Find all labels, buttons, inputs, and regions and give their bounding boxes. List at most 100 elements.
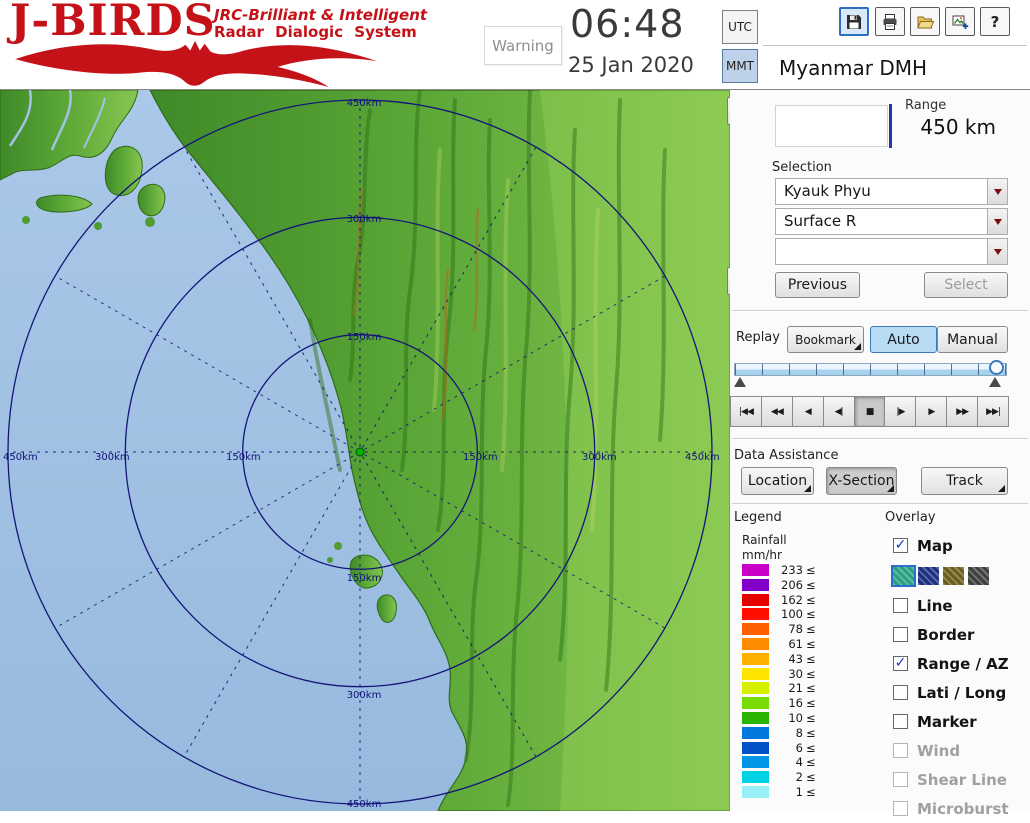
overlay-item-marker[interactable]: Marker <box>893 707 1028 736</box>
playback-button-3[interactable]: ◀| <box>823 396 855 427</box>
legend-lte-sign: ≤ <box>806 711 816 725</box>
overlay-item-border[interactable]: Border <box>893 620 1028 649</box>
map-style-swatch-3[interactable] <box>968 567 989 585</box>
legend-lte-sign: ≤ <box>806 563 816 577</box>
legend-value: 4 <box>775 755 803 769</box>
overlay-item-label: Border <box>917 626 974 644</box>
location-button[interactable]: Location <box>741 467 814 495</box>
legend-lte-sign: ≤ <box>806 755 816 769</box>
ring-label-right-2: 450km <box>685 452 720 463</box>
open-folder-icon <box>916 13 934 31</box>
select-button[interactable]: Select <box>924 272 1008 298</box>
track-button[interactable]: Track <box>921 467 1008 495</box>
overlay-item-lati-long[interactable]: Lati / Long <box>893 678 1028 707</box>
legend-lte-sign: ≤ <box>806 622 816 636</box>
checkbox[interactable] <box>893 685 908 700</box>
checkbox[interactable] <box>893 598 908 613</box>
playback-button-5[interactable]: |▶ <box>884 396 916 427</box>
playback-button-1[interactable]: ◀◀ <box>761 396 793 427</box>
warning-button[interactable]: Warning <box>484 26 562 65</box>
auto-button[interactable]: Auto <box>870 326 937 353</box>
checkbox[interactable] <box>893 801 908 816</box>
legend-lte-sign: ≤ <box>806 667 816 681</box>
ring-label-top-1: 300km <box>347 214 382 225</box>
legend-lte-sign: ≤ <box>806 593 816 607</box>
previous-button[interactable]: Previous <box>775 272 860 298</box>
replay-label: Replay <box>736 330 780 345</box>
overlay-item-microburst[interactable]: Microburst <box>893 794 1028 823</box>
legend-row: 43≤ <box>742 653 816 665</box>
legend-lte-sign: ≤ <box>806 578 816 592</box>
separator <box>732 438 1028 440</box>
map-style-swatch-0[interactable] <box>893 567 914 585</box>
ring-label-left-1: 300km <box>95 452 130 463</box>
playback-button-7[interactable]: ▶▶ <box>946 396 978 427</box>
legend-color-swatch <box>742 638 769 650</box>
overlay-item-map[interactable]: ✓Map <box>893 531 1028 560</box>
legend-value: 16 <box>775 696 803 710</box>
site-dropdown[interactable]: Kyauk Phyu <box>775 178 1008 205</box>
playback-button-8[interactable]: ▶▶| <box>977 396 1009 427</box>
save-button[interactable] <box>839 7 869 36</box>
playback-button-2[interactable]: ◀ <box>792 396 824 427</box>
ring-label-bottom-1: 300km <box>347 690 382 701</box>
checkbox[interactable]: ✓ <box>893 538 908 553</box>
overlay-item-line[interactable]: Line <box>893 591 1028 620</box>
legend-color-swatch <box>742 653 769 665</box>
logo-subtitle: JRC-Brilliant & Intelligent Radar Dialog… <box>214 7 427 42</box>
overlay-item-range-az[interactable]: ✓ Range / AZ <box>893 649 1028 678</box>
playback-button-0[interactable]: |◀◀ <box>730 396 762 427</box>
map-style-swatch-1[interactable] <box>918 567 939 585</box>
open-folder-button[interactable] <box>910 7 940 36</box>
checkbox[interactable] <box>893 627 908 642</box>
legend-value: 61 <box>775 637 803 651</box>
legend-row: 16≤ <box>742 697 816 709</box>
print-button[interactable] <box>875 7 905 36</box>
help-button[interactable]: ? <box>980 7 1010 36</box>
legend-color-swatch <box>742 608 769 620</box>
checkbox[interactable]: ✓ <box>893 656 908 671</box>
ring-label-top-0: 450km <box>347 98 382 109</box>
data-assistance-label: Data Assistance <box>734 448 838 463</box>
checkbox[interactable] <box>893 772 908 787</box>
legend-lte-sign: ≤ <box>806 741 816 755</box>
extra-dropdown-button[interactable] <box>987 239 1007 264</box>
legend-value: 78 <box>775 622 803 636</box>
legend-color-swatch <box>742 564 769 576</box>
overlay-item-shear-line[interactable]: Shear Line <box>893 765 1028 794</box>
ring-label-top-2: 150km <box>347 332 382 343</box>
checkbox[interactable] <box>893 743 908 758</box>
timeline-start-marker[interactable] <box>734 377 746 387</box>
legend-value: 2 <box>775 770 803 784</box>
checkbox[interactable] <box>893 714 908 729</box>
timeline-thumb[interactable] <box>989 360 1004 375</box>
mmt-button[interactable]: MMT <box>722 49 758 83</box>
playback-button-6[interactable]: ▶ <box>915 396 947 427</box>
logo-subtitle-line1: JRC-Brilliant & Intelligent <box>214 7 427 24</box>
product-dropdown[interactable]: Surface R <box>775 208 1008 235</box>
side-panel: Range 450 km Selection Kyauk Phyu Surfac… <box>730 90 1030 811</box>
map-viewport[interactable]: 450km300km150km150km300km450km450km300km… <box>0 90 730 811</box>
check-icon: ✓ <box>895 656 907 670</box>
playback-button-4[interactable]: ■ <box>854 396 886 427</box>
timeline-end-marker[interactable] <box>989 377 1001 387</box>
replay-timeline[interactable] <box>734 363 1007 376</box>
map-style-swatch-2[interactable] <box>943 567 964 585</box>
x-section-button[interactable]: X-Section <box>826 467 897 495</box>
extra-dropdown[interactable] <box>775 238 1008 265</box>
export-image-button[interactable] <box>945 7 975 36</box>
map-style-swatches <box>893 560 1028 591</box>
product-dropdown-button[interactable] <box>987 209 1007 234</box>
legend-lte-sign: ≤ <box>806 607 816 621</box>
utc-button[interactable]: UTC <box>722 10 758 44</box>
site-dropdown-button[interactable] <box>987 179 1007 204</box>
legend-lte-sign: ≤ <box>806 637 816 651</box>
legend-color-swatch <box>742 771 769 783</box>
bookmark-button[interactable]: Bookmark <box>787 326 864 353</box>
overlay-item-wind[interactable]: Wind <box>893 736 1028 765</box>
manual-button[interactable]: Manual <box>937 326 1008 353</box>
legend-row: 1≤ <box>742 786 816 798</box>
legend-lte-sign: ≤ <box>806 726 816 740</box>
overlay-item-label: Range / AZ <box>917 655 1009 673</box>
legend-row: 78≤ <box>742 623 816 635</box>
